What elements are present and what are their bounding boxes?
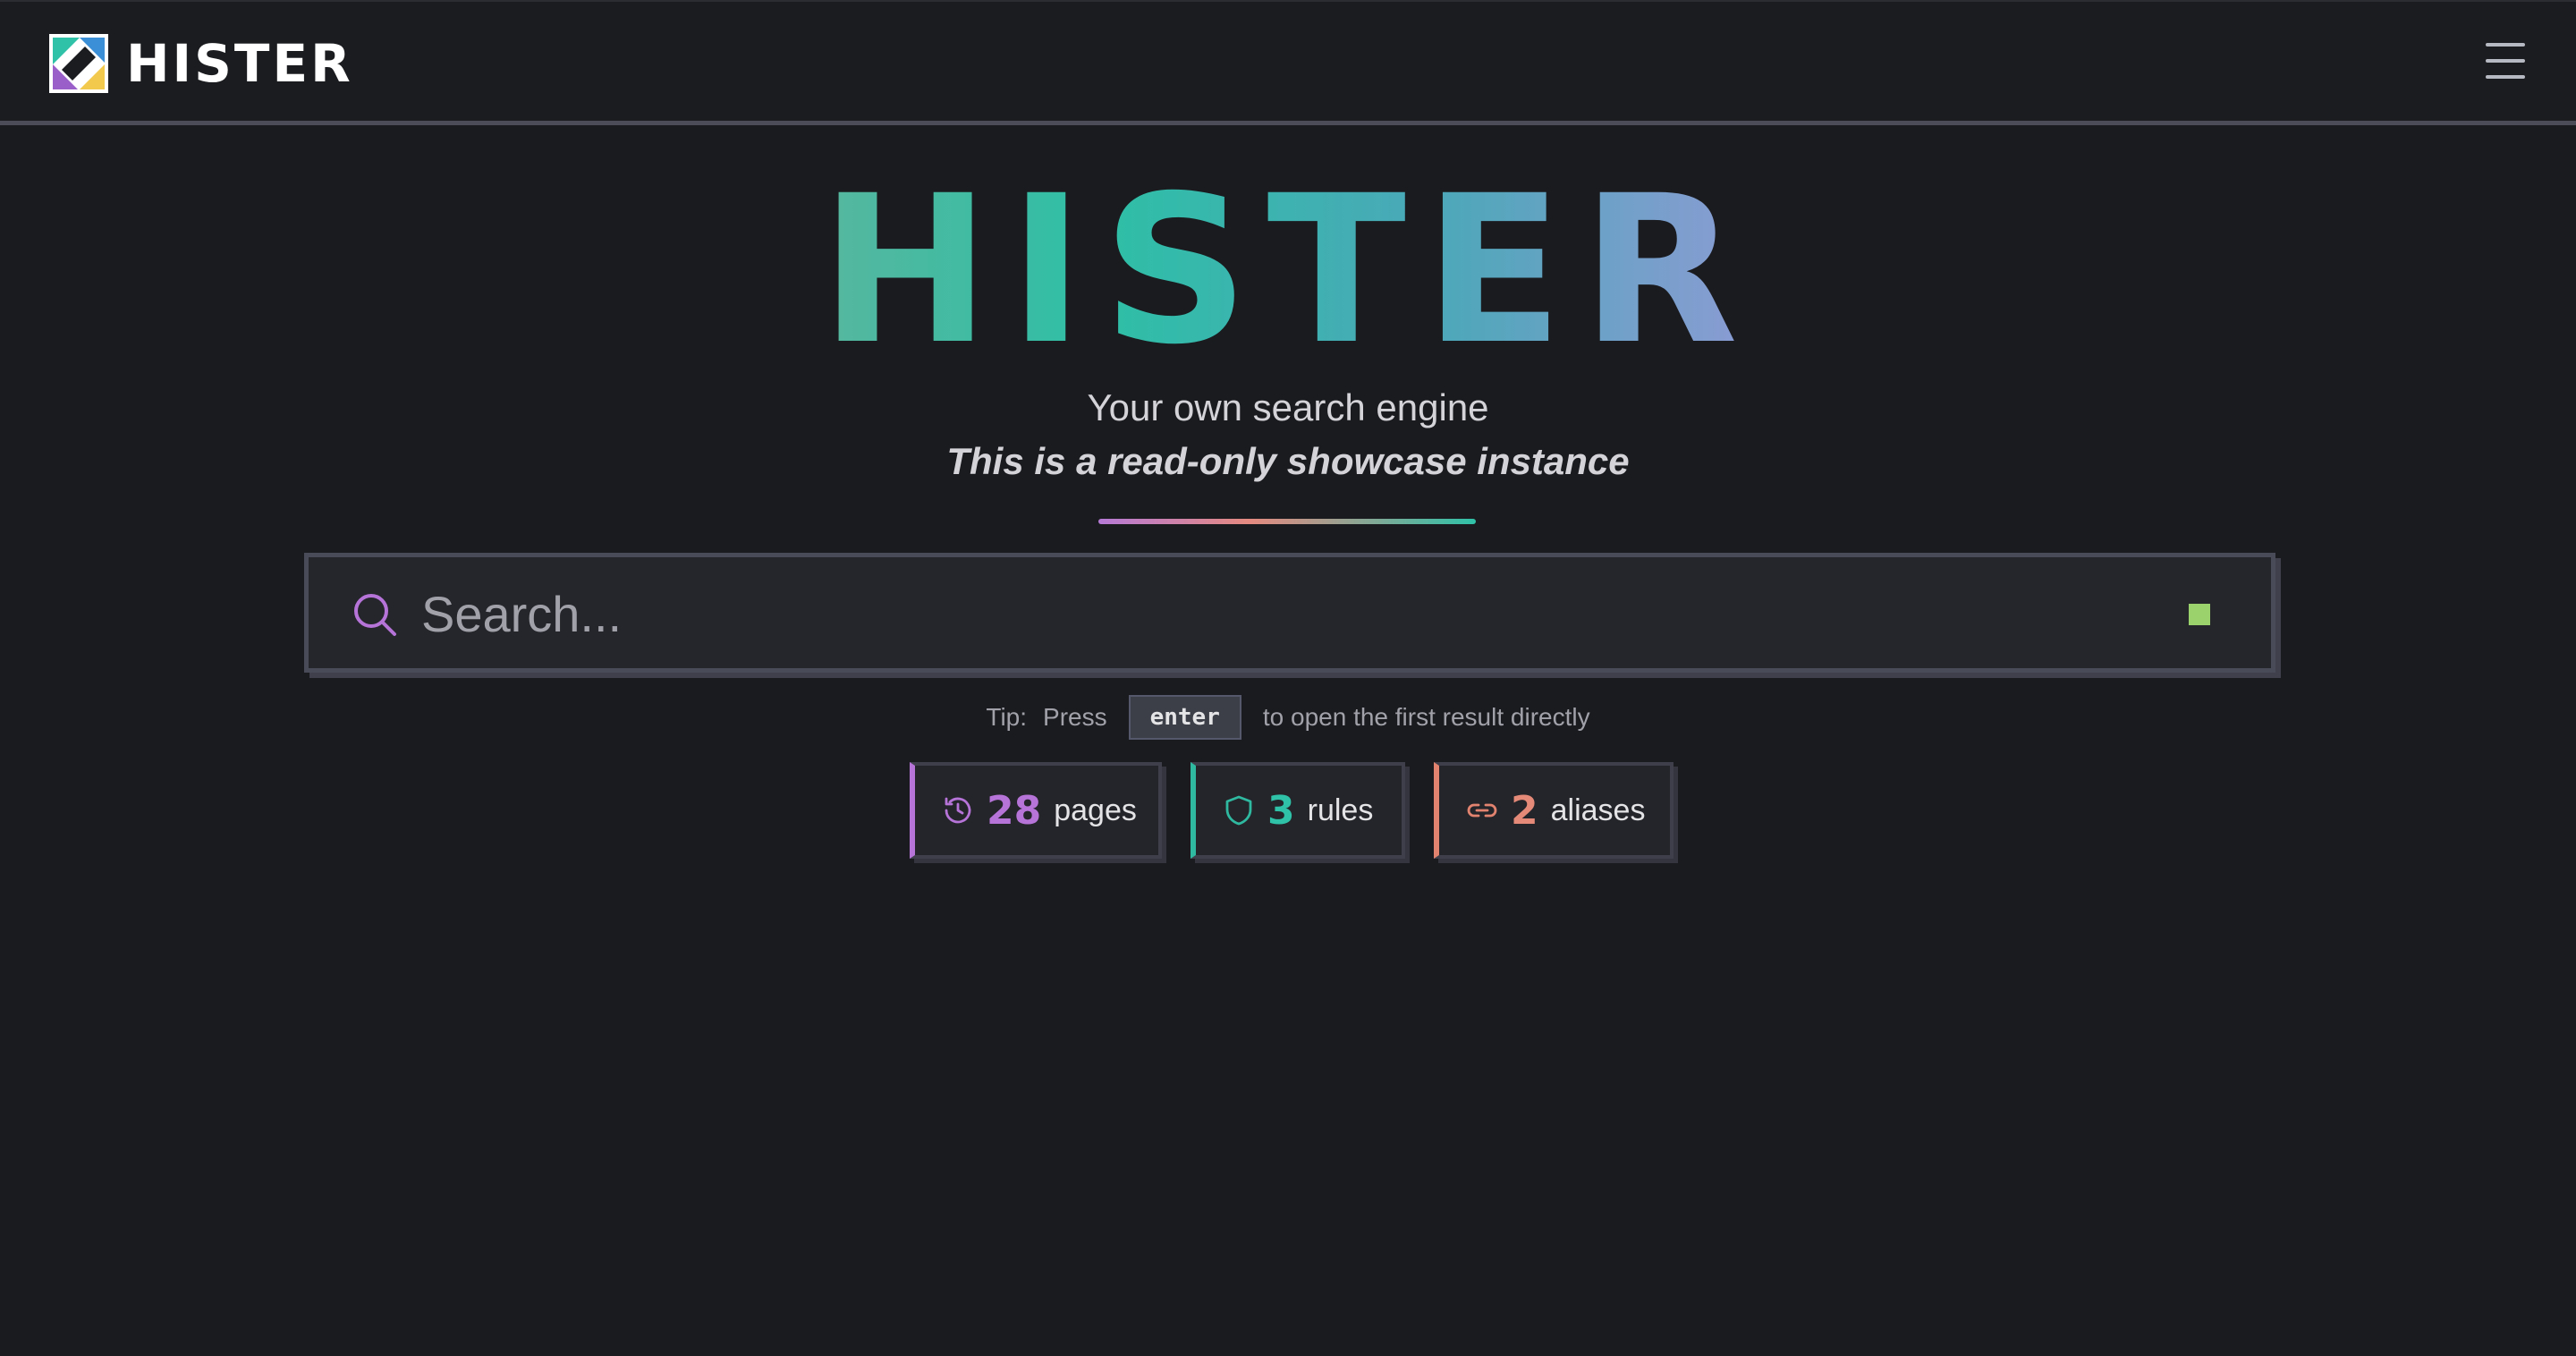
stats-row: 28 pages 3 rules 2 aliases: [0, 762, 2576, 860]
tip-press: Press: [1043, 703, 1107, 731]
menu-line: [2486, 43, 2525, 47]
history-icon: [945, 797, 971, 824]
shield-icon: [1225, 795, 1252, 826]
search-box[interactable]: [304, 553, 2275, 673]
stat-rules-label: rules: [1307, 792, 1374, 827]
status-indicator: [2189, 604, 2210, 625]
stat-aliases[interactable]: 2 aliases: [1434, 762, 1674, 859]
top-navigation-bar: HISTER: [0, 0, 2576, 125]
hero-title: HISTER: [0, 168, 2576, 372]
brand-name: HISTER: [126, 33, 353, 94]
brand-home-link[interactable]: HISTER: [49, 32, 353, 95]
stat-rules[interactable]: 3 rules: [1191, 762, 1405, 859]
stat-pages[interactable]: 28 pages: [910, 762, 1162, 859]
keyboard-tip: Tip: Press enter to open the first resul…: [0, 695, 2576, 740]
hister-logo-icon: [49, 34, 108, 93]
tip-suffix: to open the first result directly: [1262, 703, 1590, 731]
hero-title-text: HISTER: [819, 151, 1757, 389]
tagline: Your own search engine: [1087, 386, 1489, 428]
read-only-notice: This is a read-only showcase instance: [946, 440, 1630, 482]
stat-aliases-label: aliases: [1550, 792, 1646, 827]
gradient-divider: [1098, 519, 1476, 524]
menu-line: [2486, 59, 2525, 63]
menu-line: [2486, 75, 2525, 79]
stat-aliases-value: 2: [1511, 787, 1538, 834]
search-icon: [354, 594, 396, 636]
hamburger-menu-icon[interactable]: [2484, 39, 2527, 82]
link-icon: [1467, 803, 1497, 818]
stat-pages-label: pages: [1054, 792, 1137, 827]
search-input[interactable]: [421, 575, 2121, 652]
stat-rules-value: 3: [1267, 787, 1295, 834]
stat-pages-value: 28: [987, 787, 1042, 834]
tip-prefix: Tip:: [986, 703, 1028, 731]
enter-key-badge: enter: [1128, 695, 1241, 740]
